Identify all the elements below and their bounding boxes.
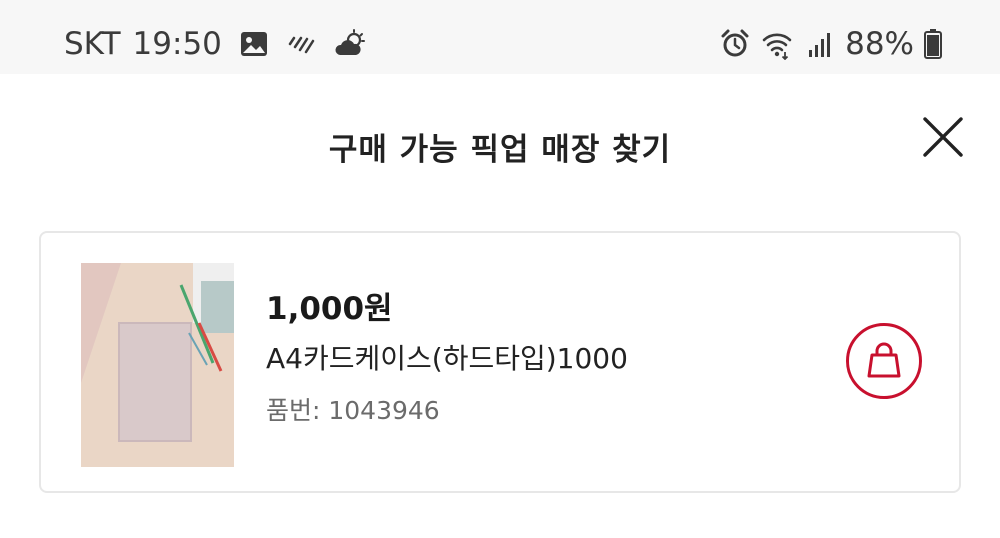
- close-icon: [923, 117, 963, 157]
- cart-button[interactable]: [846, 323, 922, 399]
- product-price: 1,000원: [266, 291, 393, 327]
- carrier-label: SKT: [64, 25, 121, 62]
- status-bar-left: SKT 19:50: [64, 28, 366, 60]
- shopping-bag-icon: [867, 342, 901, 378]
- weather-rain-icon: [286, 28, 318, 60]
- battery-icon: [924, 29, 942, 59]
- page-title: 구매 가능 픽업 매장 찾기: [328, 132, 672, 168]
- close-button[interactable]: [918, 112, 968, 162]
- status-bar-right: 88%: [719, 28, 942, 60]
- product-info: 1,000원 A4카드케이스(하드타입)1000 품번: 1043946: [266, 291, 628, 426]
- gallery-icon: [238, 28, 270, 60]
- alarm-icon: [719, 28, 751, 60]
- status-bar: SKT 19:50 88%: [0, 0, 1000, 74]
- product-card: 1,000원 A4카드케이스(하드타입)1000 품번: 1043946: [39, 231, 961, 493]
- clock: 19:50: [132, 25, 222, 62]
- modal-header: 구매 가능 픽업 매장 찾기: [0, 74, 1000, 214]
- partly-cloudy-icon: [334, 28, 366, 60]
- product-name: A4카드케이스(하드타입)1000: [266, 342, 628, 376]
- signal-icon: [803, 28, 835, 60]
- product-image: [81, 263, 234, 467]
- battery-percent: 88%: [845, 25, 914, 62]
- wifi-icon: [761, 28, 793, 60]
- product-code: 품번: 1043946: [266, 395, 440, 425]
